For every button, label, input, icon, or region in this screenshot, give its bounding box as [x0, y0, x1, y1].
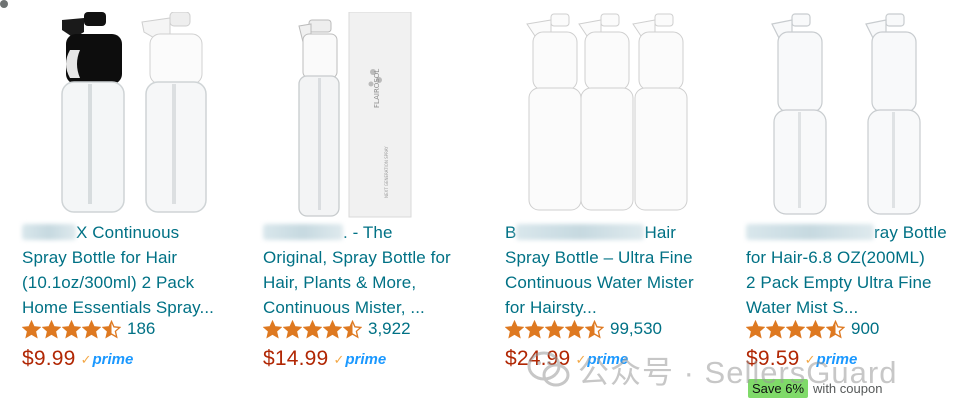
star-rating: [505, 319, 604, 339]
product-card[interactable]: ray Bottle for Hair-6.8 OZ(200ML) 2 Pack…: [746, 0, 947, 417]
star-half-icon: [102, 319, 121, 338]
star-full-icon: [22, 319, 41, 338]
price-row: $24.99 ✓ prime: [505, 343, 628, 371]
star-half-icon: [585, 319, 604, 338]
star-full-icon: [62, 319, 81, 338]
star-full-icon: [303, 319, 322, 338]
prime-check-icon: ✓: [80, 351, 92, 367]
prime-check-icon: ✓: [575, 351, 587, 367]
review-count[interactable]: 186: [127, 319, 155, 339]
rating[interactable]: 900: [746, 318, 879, 340]
prime-badge: ✓ prime: [804, 351, 858, 368]
product-card[interactable]: FLAIROSOL NEXT GENERATION SPRAY . - The …: [263, 0, 463, 417]
star-full-icon: [505, 319, 524, 338]
star-rating: [263, 319, 362, 339]
price-row: $9.59 ✓ prime: [746, 343, 857, 371]
product-card[interactable]: X Continuous Spray Bottle for Hair (10.1…: [22, 0, 222, 417]
price: $9.59: [746, 347, 800, 370]
star-full-icon: [565, 319, 584, 338]
coupon-badge[interactable]: Save 6%: [748, 379, 809, 398]
redacted-brand: [22, 224, 76, 240]
star-full-icon: [525, 319, 544, 338]
prime-badge: ✓ prime: [333, 351, 387, 368]
price: $9.99: [22, 347, 76, 370]
star-half-icon: [343, 319, 362, 338]
product-title[interactable]: . - The Original, Spray Bottle for Hair,…: [263, 220, 478, 320]
review-count[interactable]: 99,530: [610, 319, 662, 339]
coupon-row[interactable]: Save 6% with coupon: [748, 379, 882, 398]
redacted-brand: [263, 224, 343, 240]
star-full-icon: [263, 319, 282, 338]
review-count[interactable]: 3,922: [368, 319, 411, 339]
prime-badge: ✓ prime: [575, 351, 629, 368]
prime-check-icon: ✓: [333, 351, 345, 367]
product-image[interactable]: [22, 12, 222, 222]
price: $24.99: [505, 347, 571, 370]
star-full-icon: [42, 319, 61, 338]
star-full-icon: [786, 319, 805, 338]
star-full-icon: [766, 319, 785, 338]
prime-check-icon: ✓: [804, 351, 816, 367]
star-full-icon: [806, 319, 825, 338]
product-title[interactable]: ray Bottle for Hair-6.8 OZ(200ML) 2 Pack…: [746, 220, 959, 320]
product-image[interactable]: FLAIROSOL NEXT GENERATION SPRAY: [263, 12, 463, 222]
price-row: $14.99 ✓ prime: [263, 343, 386, 371]
product-image[interactable]: [746, 12, 946, 222]
star-full-icon: [323, 319, 342, 338]
rating[interactable]: 99,530: [505, 318, 662, 340]
product-card[interactable]: B Hair Spray Bottle – Ultra Fine Continuo…: [505, 0, 705, 417]
star-full-icon: [746, 319, 765, 338]
coupon-text: with coupon: [813, 381, 883, 396]
box-caption-text: NEXT GENERATION SPRAY: [384, 146, 389, 198]
product-title[interactable]: B Hair Spray Bottle – Ultra Fine Continuo…: [505, 220, 720, 320]
star-rating: [22, 319, 121, 339]
price-row: $9.99 ✓ prime: [22, 343, 133, 371]
info-icon[interactable]: [0, 0, 8, 8]
review-count[interactable]: 900: [851, 319, 879, 339]
prime-badge: ✓ prime: [80, 351, 134, 368]
price: $14.99: [263, 347, 329, 370]
box-brand-text: FLAIROSOL: [373, 69, 381, 108]
product-title[interactable]: X Continuous Spray Bottle for Hair (10.1…: [22, 220, 237, 320]
star-full-icon: [545, 319, 564, 338]
redacted-brand: [746, 224, 874, 240]
redacted-brand: [516, 224, 645, 240]
rating[interactable]: 186: [22, 318, 155, 340]
rating[interactable]: 3,922: [263, 318, 411, 340]
star-half-icon: [826, 319, 845, 338]
star-full-icon: [283, 319, 302, 338]
product-image[interactable]: [505, 12, 705, 222]
star-rating: [746, 319, 845, 339]
star-full-icon: [82, 319, 101, 338]
